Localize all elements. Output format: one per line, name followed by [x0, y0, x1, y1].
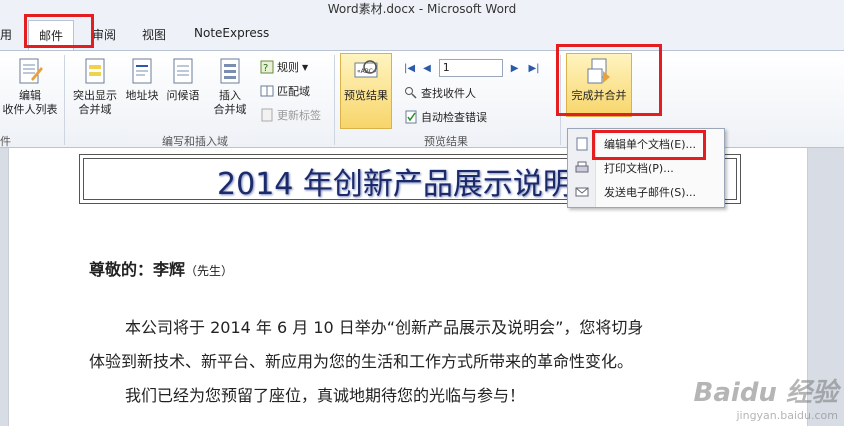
- auto-check-errors-button[interactable]: 自动检查错误: [404, 109, 487, 125]
- preview-magnifier-icon: «ABC»: [354, 60, 378, 78]
- ribbon-tab-bar: 用 邮件 审阅 视图 NoteExpress: [0, 18, 844, 52]
- first-record-icon[interactable]: |◀: [404, 63, 415, 74]
- auto-check-icon: [405, 110, 417, 124]
- address-block-label: 地址块: [125, 89, 159, 102]
- edit-recipient-list-button[interactable]: 编辑 收件人列表: [0, 57, 60, 117]
- finish-merge-dropdown: 编辑单个文档(E)... 打印文档(P)... 发送电子邮件(S)...: [567, 128, 725, 208]
- insert-merge-field-label: 插入 合并域: [213, 89, 247, 116]
- highlight-fields-icon: [85, 58, 105, 84]
- greeting-line-icon: [173, 58, 193, 84]
- group-start-merge-label: 件: [0, 135, 11, 148]
- menu-item-label: 编辑单个文档(E)...: [604, 138, 697, 151]
- body-paragraph-line-1: 本公司将于 2014 年 6 月 10 日举办“创新产品展示及说明会”，您将切身: [125, 318, 644, 337]
- chevron-down-icon: ▼: [302, 62, 309, 72]
- preview-results-label: 预览结果: [344, 89, 388, 102]
- edit-recipient-list-label: 编辑 收件人列表: [2, 89, 58, 116]
- update-labels-icon: [261, 108, 273, 122]
- greeting-line-button[interactable]: 问候语: [163, 57, 203, 103]
- body-paragraph-line-2: 体验到新技术、新平台、新应用为您的生活和工作方式所带来的革命性变化。: [89, 352, 634, 371]
- watermark-brand: Baidu 经验: [693, 378, 838, 408]
- email-icon: [568, 185, 596, 199]
- tab-mailings[interactable]: 邮件: [28, 20, 75, 52]
- svg-text:?: ?: [263, 63, 268, 74]
- greeting-line-label: 问候语: [166, 89, 200, 102]
- find-recipient-icon: [405, 87, 417, 99]
- tab-view[interactable]: 视图: [142, 26, 166, 43]
- update-labels-button[interactable]: 更新标签: [260, 107, 321, 123]
- insert-merge-field-icon: [220, 58, 240, 84]
- finish-merge-label: 完成并合并: [571, 89, 627, 102]
- rules-label: 规则: [277, 61, 299, 74]
- next-record-icon[interactable]: ▶: [511, 63, 519, 74]
- record-navigation: |◀ ◀ 1 ▶ ▶|: [404, 59, 540, 77]
- menu-item-send-email[interactable]: 发送电子邮件(S)...: [568, 181, 724, 203]
- watermark: Baidu 经验 jingyan.baidu.com: [694, 372, 838, 422]
- watermark-url: jingyan.baidu.com: [736, 409, 838, 422]
- address-block-icon: [132, 58, 152, 84]
- highlight-merge-fields-button[interactable]: 突出显示 合并域: [68, 57, 122, 117]
- highlight-merge-fields-label: 突出显示 合并域: [73, 89, 117, 116]
- preview-results-button[interactable]: «ABC» 预览结果: [340, 57, 392, 103]
- greeting-title: （先生）: [185, 264, 234, 278]
- finish-merge-icon: [587, 58, 610, 84]
- menu-item-label: 打印文档(P)...: [604, 162, 674, 175]
- group-separator: [560, 55, 561, 145]
- window-title: Word素材.docx - Microsoft Word: [0, 0, 844, 18]
- menu-item-edit-individual[interactable]: 编辑单个文档(E)...: [568, 133, 724, 155]
- address-block-button[interactable]: 地址块: [122, 57, 162, 103]
- update-labels-label: 更新标签: [277, 109, 321, 122]
- match-fields-label: 匹配域: [277, 85, 310, 98]
- match-fields-icon: [260, 85, 274, 97]
- rules-button[interactable]: ? 规则 ▼: [260, 59, 308, 75]
- greeting-line: 尊敬的：李辉（先生）: [89, 256, 233, 280]
- finish-merge-button[interactable]: 完成并合并: [566, 57, 632, 103]
- auto-check-errors-label: 自动检查错误: [421, 111, 487, 124]
- tab-review[interactable]: 审阅: [92, 26, 116, 43]
- group-preview-label: 预览结果: [424, 135, 468, 148]
- group-separator: [334, 55, 335, 145]
- printer-icon: [568, 161, 596, 175]
- match-fields-button[interactable]: 匹配域: [260, 83, 310, 99]
- greeting-name: 尊敬的：李辉: [89, 260, 186, 279]
- group-write-insert-label: 编写和插入域: [162, 135, 228, 148]
- edit-document-icon: [568, 137, 596, 151]
- previous-record-icon[interactable]: ◀: [423, 63, 431, 74]
- rules-icon: ?: [260, 60, 274, 74]
- find-recipient-label: 查找收件人: [421, 87, 476, 100]
- menu-item-label: 发送电子邮件(S)...: [604, 186, 697, 199]
- menu-item-print-documents[interactable]: 打印文档(P)...: [568, 157, 724, 179]
- recipient-list-icon: [19, 58, 43, 84]
- record-number-input[interactable]: 1: [438, 59, 503, 77]
- tab-noteexpress[interactable]: NoteExpress: [194, 26, 269, 40]
- body-paragraph-2: 我们已经为您预留了座位，真诚地期待您的光临与参与！: [125, 386, 526, 405]
- group-separator: [64, 55, 65, 145]
- find-recipient-button[interactable]: 查找收件人: [404, 85, 476, 101]
- last-record-icon[interactable]: ▶|: [528, 63, 539, 74]
- tab-start[interactable]: 用: [0, 26, 12, 43]
- insert-merge-field-button[interactable]: 插入 合并域: [206, 57, 254, 117]
